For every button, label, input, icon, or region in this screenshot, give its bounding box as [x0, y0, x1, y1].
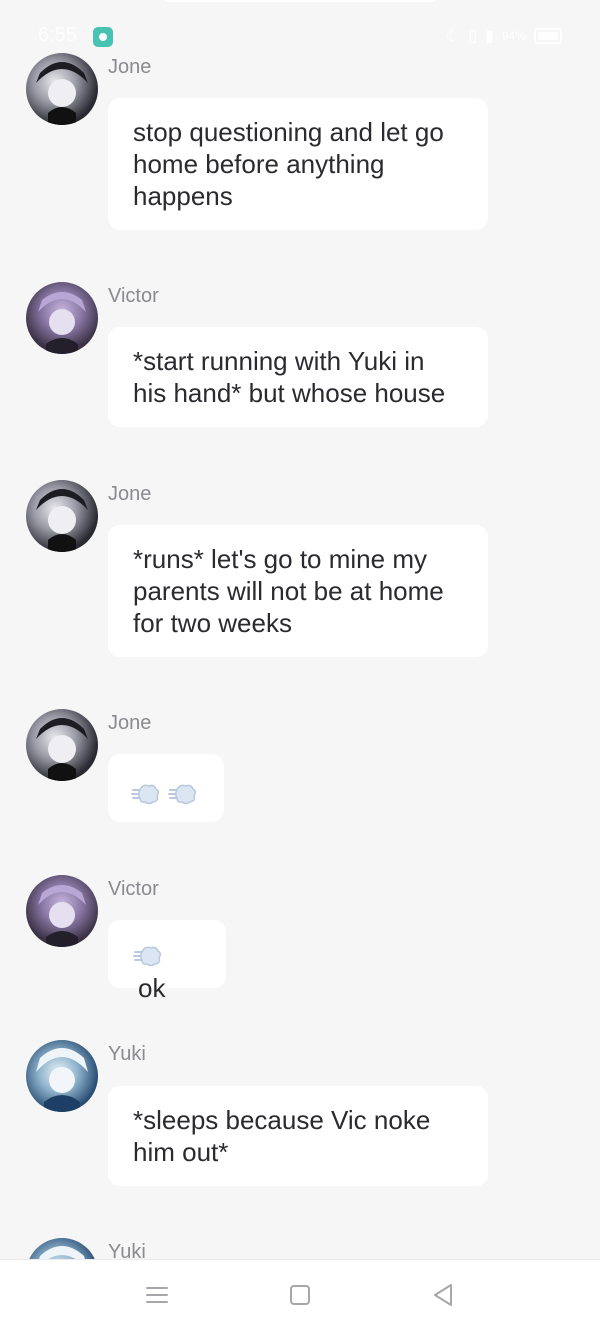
avatar-jone-art — [36, 718, 88, 781]
dash-emoji-icon — [132, 944, 162, 968]
sender-name: Jone — [108, 483, 152, 505]
avatar-yuki[interactable] — [26, 1040, 98, 1112]
sender-name: Yuki — [108, 1241, 146, 1260]
avatar-victor[interactable] — [26, 875, 98, 947]
sender-name: Jone — [108, 712, 152, 734]
signal-icon: ▮ — [485, 28, 494, 45]
vibrate-icon: ▯ — [468, 28, 478, 45]
avatar-jone[interactable] — [26, 480, 98, 552]
message-text: stop questioning and let go home before … — [133, 117, 444, 211]
sender-name: Victor — [108, 878, 159, 900]
back-icon[interactable] — [430, 1282, 456, 1308]
avatar-yuki[interactable] — [26, 1238, 98, 1260]
status-bar: 6:55 ☾ ▯ ▮ 94% — [0, 0, 600, 60]
status-icons: ☾ ▯ ▮ 94% — [446, 26, 562, 46]
message-bubble[interactable] — [108, 754, 224, 822]
message-text: *start running with Yuki in his hand* bu… — [133, 346, 446, 408]
avatar-jone-art — [36, 62, 88, 125]
home-icon[interactable] — [287, 1282, 313, 1308]
avatar-yuki-art — [36, 1048, 88, 1112]
app-notification-icon — [93, 27, 113, 47]
message-bubble[interactable]: *sleeps because Vic noke him out* — [108, 1086, 488, 1186]
sender-name: Yuki — [108, 1043, 146, 1065]
dash-emoji-icon — [130, 782, 160, 806]
chat-thread[interactable]: Jone stop questioning and let go home be… — [0, 0, 600, 1260]
avatar-victor-art — [38, 885, 86, 947]
avatar-jone[interactable] — [26, 709, 98, 781]
message-bubble[interactable]: ok — [108, 920, 226, 1003]
avatar-yuki-art — [38, 1246, 86, 1260]
avatar-jone[interactable] — [26, 53, 98, 125]
message-text: *sleeps because Vic noke him out* — [133, 1105, 431, 1167]
message-bubble[interactable]: *start running with Yuki in his hand* bu… — [108, 327, 488, 427]
avatar-victor[interactable] — [26, 282, 98, 354]
moon-icon: ☾ — [446, 28, 461, 45]
battery-icon — [534, 28, 562, 44]
message-text: ok — [138, 973, 166, 1004]
status-time: 6:55 — [38, 24, 77, 46]
dash-emoji-icon — [167, 782, 197, 806]
avatar-victor-art — [38, 292, 86, 354]
message-bubble[interactable]: *runs* let's go to mine my parents will … — [108, 525, 488, 657]
avatar-jone-art — [36, 489, 88, 552]
message-text: *runs* let's go to mine my parents will … — [133, 544, 444, 638]
sender-name: Victor — [108, 285, 159, 307]
navigation-bar — [0, 1259, 600, 1333]
message-bubble[interactable]: stop questioning and let go home before … — [108, 98, 488, 230]
menu-icon[interactable] — [144, 1282, 170, 1308]
battery-percent: 94% — [501, 29, 526, 43]
